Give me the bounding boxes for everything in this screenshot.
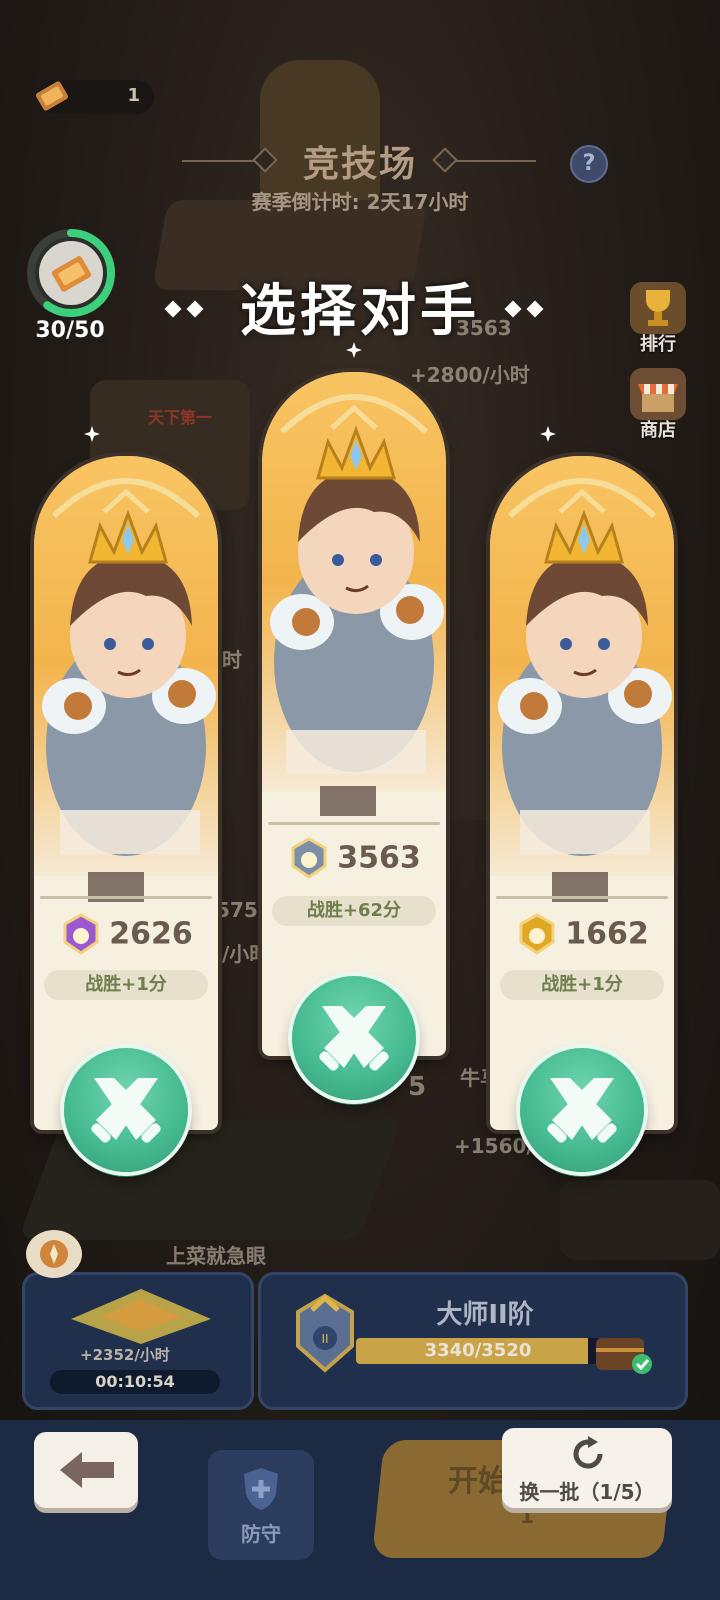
mine-rate: +2352/小时 [80,1346,170,1364]
card-divider [496,896,668,899]
win-reward: 战胜+62分 [272,896,436,926]
arena-title: 竞技场 [302,144,417,185]
card-divider [268,822,440,825]
start-label: 开始 [448,1464,508,1499]
shield-icon [244,1468,278,1510]
rank-progress-text: 3340/3520 [424,1340,532,1361]
score-row: 1662 [490,912,674,956]
arrow-left-icon [60,1452,114,1488]
score-row: 3563 [262,836,446,880]
svg-text:II: II [321,1332,328,1346]
challenge-button[interactable] [520,1048,644,1172]
challenge-button[interactable] [64,1048,188,1172]
card-frame: 3563 战胜+62分 [262,372,446,1056]
win-reward: 战胜+1分 [44,970,208,1000]
silver-rank-badge-icon [291,837,327,879]
gold-rank-badge-icon [519,913,555,955]
card-frame: 2626 战胜+1分 [34,456,218,1130]
score-row: 2626 [34,912,218,956]
blurred-name [286,730,426,774]
shop-button[interactable]: 商店 [628,368,688,442]
defense-label: 防守 [241,1522,281,1546]
shop-icon [630,368,686,420]
choose-opponent-title: 选择对手 [240,279,480,344]
purple-rank-badge-icon [63,913,99,955]
opponent-card[interactable]: 1662 战胜+1分 [490,456,674,1130]
compass-icon[interactable] [24,1228,84,1282]
ticket-counter: 1 [35,80,154,114]
rank-name: 大师II阶 [436,1300,534,1330]
opponent-card[interactable]: 3563 战胜+62分 [262,372,446,1056]
mine-island-icon [71,1289,211,1344]
opponent-score: 2626 [109,916,193,952]
blurred-avatar [320,786,376,816]
back-button[interactable] [34,1432,138,1508]
chest-icon[interactable] [592,1326,656,1376]
opponent-score: 1662 [565,916,649,952]
win-reward: 战胜+1分 [500,970,664,1000]
ticket-count: 1 [127,85,140,106]
bg-rank-label: 天下第一 [148,408,213,427]
challenge-button[interactable] [292,976,416,1100]
mine-timer: 00:10:54 [50,1370,220,1394]
ticket-icon [35,81,69,111]
opponent-card[interactable]: 2626 战胜+1分 [34,456,218,1130]
card-frame: 1662 战胜+1分 [490,456,674,1130]
crossed-swords-icon [91,1078,161,1143]
bg-score-2: 575 [216,898,258,922]
crossed-swords-icon [319,1006,389,1071]
refresh-label: 换一批（1/5） [519,1480,655,1504]
sparkle-icon [540,426,556,442]
season-countdown: 赛季倒计时: 2天17小时 [251,190,469,214]
master-rank-badge-icon: II [296,1293,354,1373]
blurred-name [520,810,650,854]
help-button[interactable]: ? [570,145,608,183]
blurred-name [60,810,200,854]
sparkle-icon [346,342,362,358]
question-icon: ? [582,151,596,176]
refresh-icon [573,1436,603,1469]
bg-hour: 时 [222,648,242,672]
card-divider [40,896,212,899]
bg-player-name: 上菜就急眼 [166,1244,266,1268]
crossed-swords-icon [547,1078,617,1143]
opponent-score: 3563 [337,840,421,876]
sparkle-icon [84,426,100,442]
